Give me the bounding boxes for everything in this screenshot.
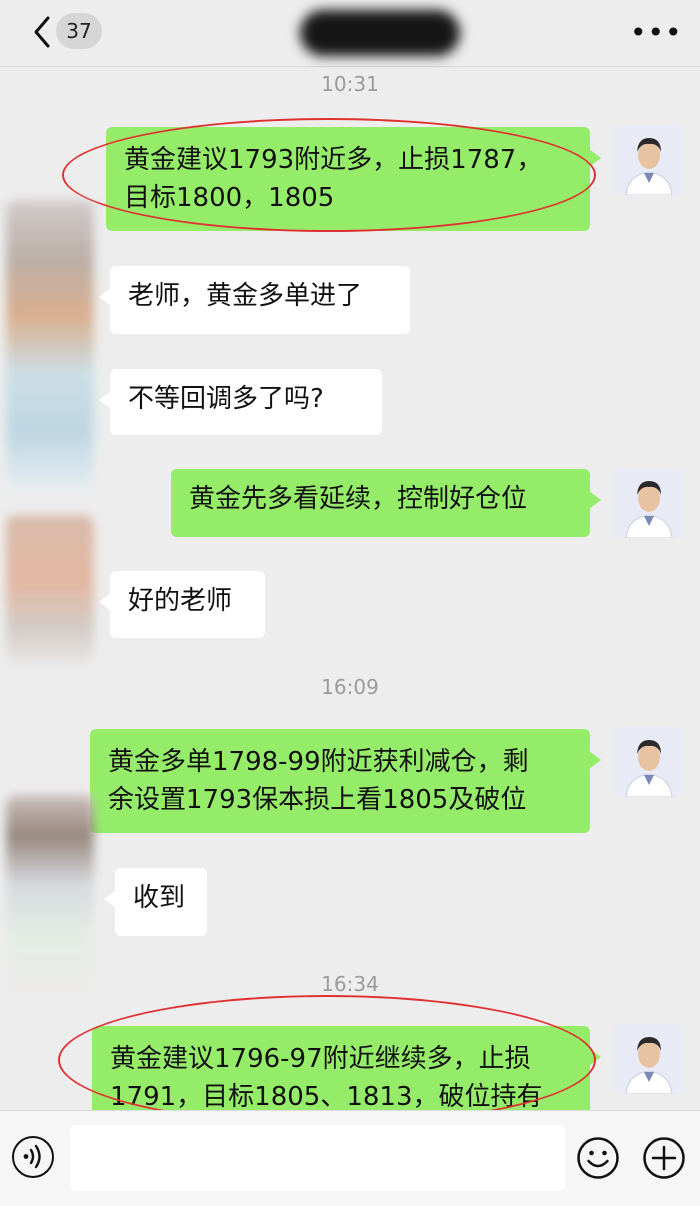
message-bubble-outgoing[interactable]: 黄金先多看延续，控制好仓位 xyxy=(171,469,601,537)
avatar[interactable] xyxy=(614,1024,684,1094)
voice-wave-glyph xyxy=(23,1144,41,1169)
message-bubble-incoming[interactable]: 好的老师 xyxy=(99,571,265,638)
voice-icon[interactable] xyxy=(12,1136,54,1178)
emoji-icon[interactable] xyxy=(576,1136,620,1180)
avatar[interactable] xyxy=(6,200,94,490)
message-bubble-outgoing[interactable]: 黄金建议1793附近多，止损1787， 目标1800，1805 xyxy=(106,127,601,231)
top-bar: 37 ••• xyxy=(0,0,700,67)
avatar[interactable] xyxy=(614,125,684,195)
message-text: 目标1800，1805 xyxy=(124,183,335,213)
message-bubble-incoming[interactable]: 不等回调多了吗? xyxy=(99,369,382,435)
avatar[interactable] xyxy=(614,727,684,797)
more-dots-icon[interactable]: ••• xyxy=(630,18,682,48)
person-avatar-icon xyxy=(614,727,684,797)
avatar[interactable] xyxy=(6,795,94,995)
avatar[interactable] xyxy=(6,515,94,665)
message-text: 黄金多单1798-99附近获利减仓，剩 xyxy=(108,747,529,777)
message-text: 黄金建议1793附近多，止损1787， xyxy=(124,145,543,175)
person-avatar-icon xyxy=(614,125,684,195)
person-avatar-icon xyxy=(614,468,684,538)
timestamp: 10:31 xyxy=(321,72,379,96)
message-text: 黄金建议1796-97附近继续多，止损 xyxy=(110,1044,531,1074)
timestamp: 16:34 xyxy=(321,972,379,996)
message-input[interactable] xyxy=(70,1125,565,1191)
plus-icon[interactable] xyxy=(642,1136,686,1180)
input-bar xyxy=(0,1110,700,1206)
message-text: 余设置1793保本损上看1805及破位 xyxy=(108,785,527,815)
message-bubble-outgoing[interactable]: 黄金多单1798-99附近获利减仓，剩 余设置1793保本损上看1805及破位 xyxy=(90,729,601,833)
message-bubble-incoming[interactable]: 老师，黄金多单进了 xyxy=(99,266,410,334)
chevron-left-icon[interactable] xyxy=(28,12,58,52)
person-avatar-icon xyxy=(614,1024,684,1094)
timestamp: 16:09 xyxy=(321,675,379,699)
avatar[interactable] xyxy=(614,468,684,538)
chat-title-redacted xyxy=(300,10,460,56)
unread-count-badge[interactable]: 37 xyxy=(56,13,102,49)
message-bubble-incoming[interactable]: 收到 xyxy=(104,868,207,936)
